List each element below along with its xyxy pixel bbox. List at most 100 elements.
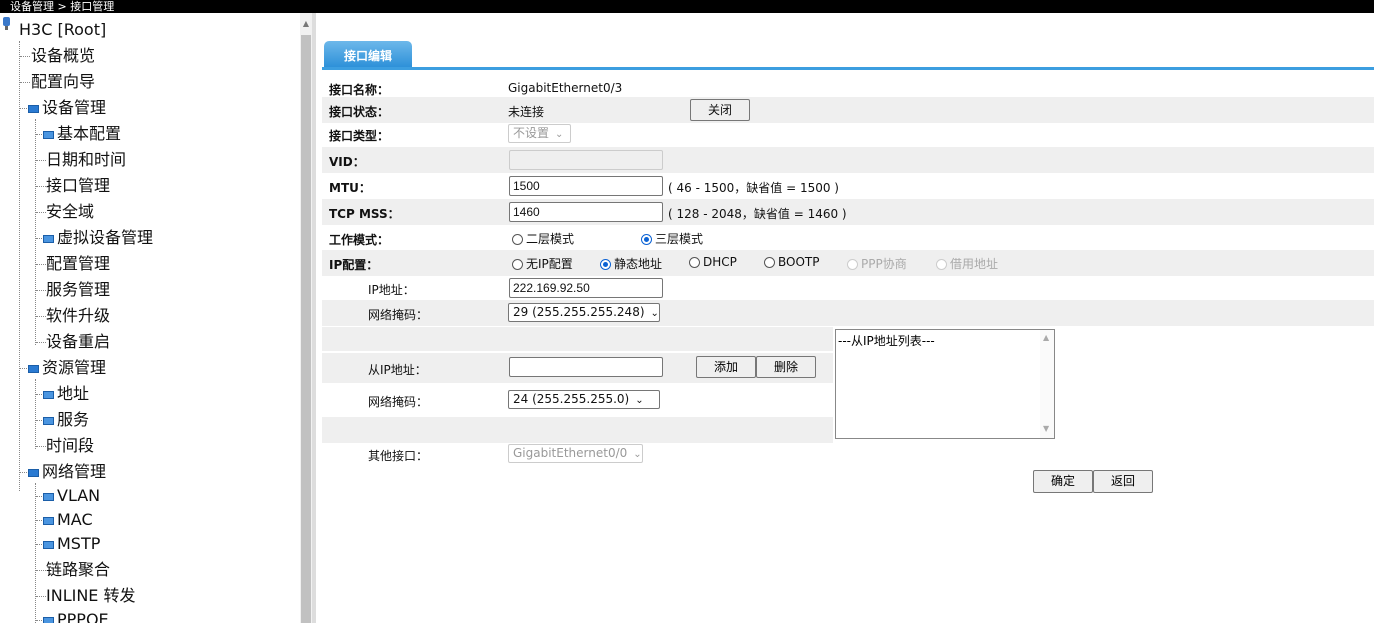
sidebar-item-overview[interactable]: 设备概览 bbox=[31, 46, 95, 66]
main-panel: 接口编辑 接口名称： GigabitEthernet0/3 接口状态： 未连接 … bbox=[322, 13, 1374, 623]
secondary-ip-list-header: ---从IP地址列表--- bbox=[838, 334, 935, 348]
sidebar-item-basic-config[interactable]: 基本配置 bbox=[43, 124, 121, 144]
interface-type-select[interactable]: 不设置 ⌄ bbox=[508, 124, 571, 143]
scroll-up-arrow-icon[interactable]: ▲ bbox=[1043, 333, 1049, 342]
listbox-scrollbar[interactable]: ▲ ▼ bbox=[1040, 330, 1054, 438]
mtu-hint: ( 46 - 1500，缺省值 = 1500 ) bbox=[668, 181, 839, 195]
chevron-down-icon: ⌄ bbox=[635, 395, 644, 406]
scroll-down-arrow-icon[interactable]: ▼ bbox=[1043, 424, 1049, 433]
sidebar-nav: H3C [Root] 设备概览 配置向导 设备管理 基本配置 日期和时间 接口管… bbox=[0, 13, 316, 623]
row-other-interface: 其他接口： GigabitEthernet0/0 ⌄ bbox=[322, 441, 1374, 467]
sidebar-item-device-mgmt[interactable]: 设备管理 bbox=[28, 98, 106, 118]
row-netmask: 网络掩码： 29 (255.255.255.248) ⌄ bbox=[322, 300, 1374, 326]
back-button[interactable]: 返回 bbox=[1093, 470, 1153, 493]
radio-static-ip[interactable]: 静态地址 bbox=[600, 255, 662, 272]
other-interface-select[interactable]: GigabitEthernet0/0 ⌄ bbox=[508, 444, 643, 463]
tree-connector bbox=[35, 483, 36, 623]
mtu-input[interactable]: 1500 bbox=[509, 176, 663, 196]
netmask-select[interactable]: 29 (255.255.255.248) ⌄ bbox=[508, 303, 660, 322]
radio-bootp[interactable]: BOOTP bbox=[764, 255, 819, 269]
row-tcp-mss: TCP MSS： 1460 ( 128 - 2048，缺省值 = 1460 ) bbox=[322, 199, 1374, 225]
sidebar-item-address[interactable]: 地址 bbox=[43, 384, 89, 404]
sidebar-item-link-aggregation[interactable]: 链路聚合 bbox=[46, 560, 110, 580]
row-vid: VID： bbox=[322, 147, 1374, 173]
root-device-icon bbox=[3, 17, 10, 30]
tree-connector bbox=[35, 379, 36, 449]
folder-plus-icon bbox=[43, 540, 54, 549]
ok-button[interactable]: 确定 bbox=[1033, 470, 1093, 493]
ip-address-input[interactable]: 222.169.92.50 bbox=[509, 278, 663, 298]
chevron-down-icon: ⌄ bbox=[650, 308, 659, 319]
sidebar-item-network-mgmt[interactable]: 网络管理 bbox=[28, 462, 106, 482]
tab-interface-edit[interactable]: 接口编辑 bbox=[324, 41, 412, 68]
radio-layer2-mode[interactable]: 二层模式 bbox=[512, 230, 574, 247]
sidebar-scrollbar[interactable]: ▲ bbox=[300, 13, 312, 623]
row-mtu: MTU： 1500 ( 46 - 1500，缺省值 = 1500 ) bbox=[322, 173, 1374, 199]
breadcrumb: 设备管理 > 接口管理 bbox=[0, 0, 1374, 13]
chevron-down-icon: ⌄ bbox=[555, 129, 564, 140]
folder-plus-icon bbox=[43, 416, 54, 425]
folder-icon bbox=[28, 364, 39, 373]
tcp-mss-hint: ( 128 - 2048，缺省值 = 1460 ) bbox=[668, 207, 847, 221]
tcp-mss-label: TCP MSS： bbox=[329, 207, 400, 221]
sidebar-item-resource-mgmt[interactable]: 资源管理 bbox=[28, 358, 106, 378]
secondary-ip-input[interactable] bbox=[509, 357, 663, 377]
sidebar-item-pppoe[interactable]: PPPOE bbox=[43, 610, 109, 623]
netmask-label: 网络掩码： bbox=[368, 308, 429, 322]
radio-dhcp[interactable]: DHCP bbox=[689, 255, 737, 269]
radio-borrow-address[interactable]: 借用地址 bbox=[936, 255, 998, 272]
row-ip-address: IP地址： 222.169.92.50 bbox=[322, 275, 1374, 301]
sidebar-item-mstp[interactable]: MSTP bbox=[43, 534, 100, 554]
folder-plus-icon bbox=[43, 492, 54, 501]
interface-name-label: 接口名称： bbox=[329, 83, 390, 97]
sidebar-item-config-mgmt[interactable]: 配置管理 bbox=[46, 254, 110, 274]
nav-tree: H3C [Root] 设备概览 配置向导 设备管理 基本配置 日期和时间 接口管… bbox=[0, 13, 300, 623]
sidebar-item-interface-mgmt[interactable]: 接口管理 bbox=[46, 176, 110, 196]
sidebar-item-time-range[interactable]: 时间段 bbox=[46, 436, 94, 456]
sidebar-item-security-zone[interactable]: 安全域 bbox=[46, 202, 94, 222]
close-interface-button[interactable]: 关闭 bbox=[690, 99, 750, 121]
work-mode-label: 工作模式： bbox=[329, 233, 390, 247]
sidebar-item-reboot[interactable]: 设备重启 bbox=[46, 332, 110, 352]
add-secondary-ip-button[interactable]: 添加 bbox=[696, 356, 756, 378]
sidebar-item-software-upgrade[interactable]: 软件升级 bbox=[46, 306, 110, 326]
secondary-ip-label: 从IP地址： bbox=[368, 363, 427, 377]
radio-ppp-negotiate[interactable]: PPP协商 bbox=[847, 255, 907, 272]
sidebar-item-wizard[interactable]: 配置向导 bbox=[31, 72, 95, 92]
scrollbar-thumb[interactable] bbox=[301, 35, 311, 623]
row-secondary-netmask: 网络掩码： 24 (255.255.255.0) ⌄ bbox=[322, 387, 833, 413]
sidebar-item-virtual-device[interactable]: 虚拟设备管理 bbox=[43, 228, 153, 248]
row-spacer bbox=[322, 327, 833, 351]
row-spacer bbox=[322, 417, 833, 443]
ip-config-label: IP配置： bbox=[329, 258, 379, 272]
secondary-ip-listbox[interactable]: ---从IP地址列表--- ▲ ▼ bbox=[835, 329, 1055, 439]
chevron-down-icon: ⌄ bbox=[633, 449, 642, 460]
interface-status-value: 未连接 bbox=[508, 105, 545, 119]
folder-icon bbox=[28, 468, 39, 477]
other-interface-label: 其他接口： bbox=[368, 449, 429, 463]
tree-root[interactable]: H3C [Root] bbox=[19, 20, 106, 40]
scroll-up-arrow-icon[interactable]: ▲ bbox=[300, 19, 312, 29]
row-interface-status: 接口状态： 未连接 关闭 bbox=[322, 97, 1374, 123]
tcp-mss-input[interactable]: 1460 bbox=[509, 202, 663, 222]
vid-input[interactable] bbox=[509, 150, 663, 170]
sidebar-item-service-mgmt[interactable]: 服务管理 bbox=[46, 280, 110, 300]
folder-icon bbox=[28, 104, 39, 113]
radio-no-ip[interactable]: 无IP配置 bbox=[512, 255, 573, 272]
delete-secondary-ip-button[interactable]: 删除 bbox=[756, 356, 816, 378]
radio-layer3-mode[interactable]: 三层模式 bbox=[641, 230, 703, 247]
tree-connector bbox=[35, 119, 36, 345]
folder-plus-icon bbox=[43, 516, 54, 525]
row-interface-type: 接口类型： 不设置 ⌄ bbox=[322, 121, 1374, 147]
sidebar-item-datetime[interactable]: 日期和时间 bbox=[46, 150, 126, 170]
interface-name-value: GigabitEthernet0/3 bbox=[508, 81, 623, 95]
sidebar-item-inline-forward[interactable]: INLINE 转发 bbox=[46, 586, 136, 606]
vid-label: VID： bbox=[329, 155, 365, 169]
folder-plus-icon bbox=[43, 390, 54, 399]
secondary-netmask-select[interactable]: 24 (255.255.255.0) ⌄ bbox=[508, 390, 660, 409]
sidebar-item-vlan[interactable]: VLAN bbox=[43, 486, 100, 506]
sidebar-item-mac[interactable]: MAC bbox=[43, 510, 93, 530]
sidebar-item-service[interactable]: 服务 bbox=[43, 410, 89, 430]
secondary-netmask-label: 网络掩码： bbox=[368, 395, 429, 409]
interface-status-label: 接口状态： bbox=[329, 105, 390, 119]
